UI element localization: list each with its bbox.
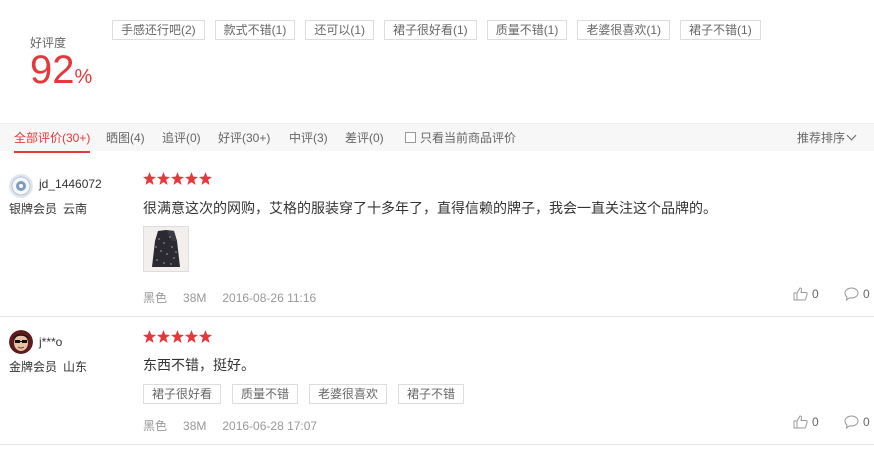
hot-tag[interactable]: 还可以(1) bbox=[305, 20, 375, 40]
review-item: jd_1446072 银牌会员 云南 很满意这次的网购，艾格的服装穿了十多年了，直… bbox=[0, 152, 874, 317]
review-tag: 裙子很好看 bbox=[143, 384, 222, 404]
username[interactable]: j***o bbox=[39, 335, 62, 349]
star-icon bbox=[185, 330, 198, 343]
comment-count: 0 bbox=[863, 415, 870, 429]
thumbs-up-icon bbox=[793, 415, 808, 429]
star-icon bbox=[157, 172, 170, 185]
comment-button[interactable]: 0 bbox=[844, 415, 870, 429]
like-count: 0 bbox=[812, 415, 819, 429]
star-icon bbox=[199, 330, 212, 343]
review-content: 很满意这次的网购，艾格的服装穿了十多年了，直得信赖的牌子，我会一直关注这个品牌的… bbox=[143, 200, 717, 216]
star-icon bbox=[171, 172, 184, 185]
chevron-down-icon bbox=[846, 130, 857, 141]
review-tags: 裙子很好看 质量不错 老婆很喜欢 裙子不错 bbox=[143, 384, 465, 404]
rating-percent: 92 bbox=[30, 48, 75, 92]
star-rating bbox=[143, 330, 212, 343]
comment-count: 0 bbox=[863, 287, 870, 301]
filter-neutral[interactable]: 中评(3) bbox=[289, 124, 328, 152]
star-icon bbox=[199, 172, 212, 185]
review-meta: 黑色 38M 2016-08-26 11:16 bbox=[143, 289, 332, 306]
filter-followup[interactable]: 追评(0) bbox=[162, 124, 201, 152]
avatar[interactable] bbox=[9, 330, 33, 354]
review-tag: 裙子不错 bbox=[398, 384, 465, 404]
comment-button[interactable]: 0 bbox=[844, 287, 870, 301]
hot-tag[interactable]: 质量不错(1) bbox=[486, 20, 568, 40]
hot-tags: 手感还行吧(2) 款式不错(1) 还可以(1) 裙子很好看(1) 质量不错(1)… bbox=[112, 20, 761, 40]
hot-tag[interactable]: 老婆很喜欢(1) bbox=[577, 20, 671, 40]
dress-photo-icon bbox=[144, 227, 188, 271]
current-product-only-toggle[interactable]: 只看当前商品评价 bbox=[405, 124, 516, 152]
thumbs-up-icon bbox=[793, 287, 808, 301]
review-content: 东西不错，挺好。 bbox=[143, 357, 255, 373]
hot-tag[interactable]: 手感还行吧(2) bbox=[112, 20, 205, 40]
user-photo-icon bbox=[9, 330, 33, 354]
product-size: 38M bbox=[183, 291, 207, 305]
hot-tag[interactable]: 裙子不错(1) bbox=[680, 20, 761, 40]
comment-icon bbox=[844, 287, 859, 301]
like-count: 0 bbox=[812, 287, 819, 301]
star-icon bbox=[143, 172, 156, 185]
star-icon bbox=[185, 172, 198, 185]
star-icon bbox=[143, 330, 156, 343]
hot-tag[interactable]: 裙子很好看(1) bbox=[384, 20, 477, 40]
review-tag: 老婆很喜欢 bbox=[309, 384, 388, 404]
username[interactable]: jd_1446072 bbox=[39, 177, 102, 191]
filter-images[interactable]: 晒图(4) bbox=[106, 124, 145, 152]
sort-dropdown[interactable]: 推荐排序 bbox=[797, 124, 857, 152]
review-date: 2016-08-26 11:16 bbox=[222, 291, 317, 305]
member-region: 云南 bbox=[63, 202, 88, 216]
rating-summary: 好评度 92% bbox=[30, 34, 92, 90]
review-date: 2016-06-28 17:07 bbox=[222, 419, 318, 433]
avatar[interactable] bbox=[9, 174, 33, 198]
comment-icon bbox=[844, 415, 859, 429]
member-info: 金牌会员 山东 bbox=[9, 358, 87, 375]
review-item: j***o 金牌会员 山东 东西不错，挺好。 裙子很好看 质量不错 老婆很喜欢 裙… bbox=[0, 318, 874, 445]
review-tag: 质量不错 bbox=[232, 384, 299, 404]
review-meta: 黑色 38M 2016-06-28 17:07 bbox=[143, 417, 333, 434]
product-color: 黑色 bbox=[143, 291, 168, 305]
member-region: 山东 bbox=[63, 360, 88, 374]
member-level: 银牌会员 bbox=[9, 202, 58, 216]
member-info: 银牌会员 云南 bbox=[9, 200, 87, 217]
rating-unit: % bbox=[74, 66, 93, 88]
star-icon bbox=[157, 330, 170, 343]
rating-value: 92% bbox=[30, 50, 92, 90]
star-icon bbox=[171, 330, 184, 343]
checkbox[interactable] bbox=[405, 132, 416, 143]
product-size: 38M bbox=[183, 419, 207, 433]
hot-tag[interactable]: 款式不错(1) bbox=[214, 20, 296, 40]
review-filter-bar: 全部评价(30+) 晒图(4) 追评(0) 好评(30+) 中评(3) 差评(0… bbox=[0, 123, 874, 153]
review-photo-thumbnail[interactable] bbox=[143, 226, 189, 272]
current-product-only-label: 只看当前商品评价 bbox=[420, 131, 517, 145]
filter-bad[interactable]: 差评(0) bbox=[345, 124, 384, 152]
member-level: 金牌会员 bbox=[9, 360, 58, 374]
filter-good[interactable]: 好评(30+) bbox=[218, 124, 270, 152]
sort-label: 推荐排序 bbox=[797, 131, 846, 145]
star-rating bbox=[143, 172, 212, 185]
default-avatar-icon bbox=[9, 174, 33, 198]
filter-all[interactable]: 全部评价(30+) bbox=[14, 124, 91, 153]
like-button[interactable]: 0 bbox=[793, 415, 819, 429]
product-color: 黑色 bbox=[143, 419, 168, 433]
like-button[interactable]: 0 bbox=[793, 287, 819, 301]
